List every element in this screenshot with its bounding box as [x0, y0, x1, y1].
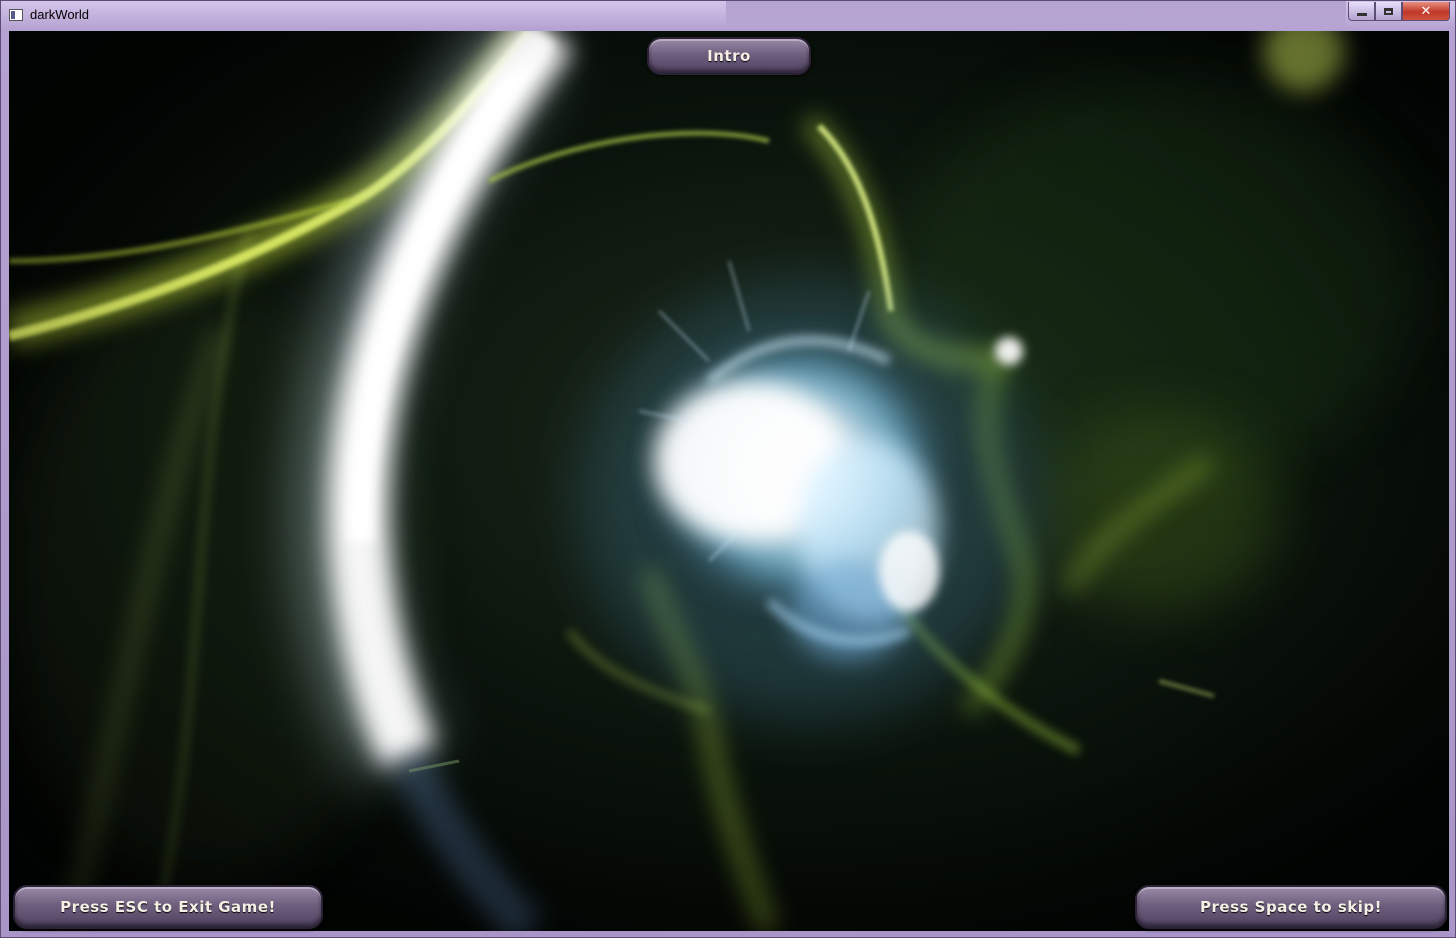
minimize-button[interactable] [1348, 2, 1375, 21]
game-viewport[interactable] [9, 31, 1449, 931]
window-title: darkWorld [30, 7, 90, 22]
maximize-button[interactable] [1375, 2, 1402, 21]
minimize-icon [1356, 12, 1367, 16]
close-button[interactable]: ✕ [1402, 2, 1450, 21]
title-bar-reflection [726, 1, 1346, 27]
window-icon [9, 9, 23, 21]
intro-title-button: Intro [647, 37, 811, 75]
game-window: darkWorld ✕ Intro Press ESC to Exit Game… [0, 0, 1456, 938]
vignette-overlay [9, 31, 1449, 931]
exit-game-button[interactable]: Press ESC to Exit Game! [13, 885, 323, 929]
skip-intro-button[interactable]: Press Space to skip! [1135, 885, 1447, 929]
maximize-icon [1384, 7, 1393, 15]
close-icon: ✕ [1420, 3, 1432, 19]
title-bar[interactable]: darkWorld ✕ [1, 1, 1456, 31]
